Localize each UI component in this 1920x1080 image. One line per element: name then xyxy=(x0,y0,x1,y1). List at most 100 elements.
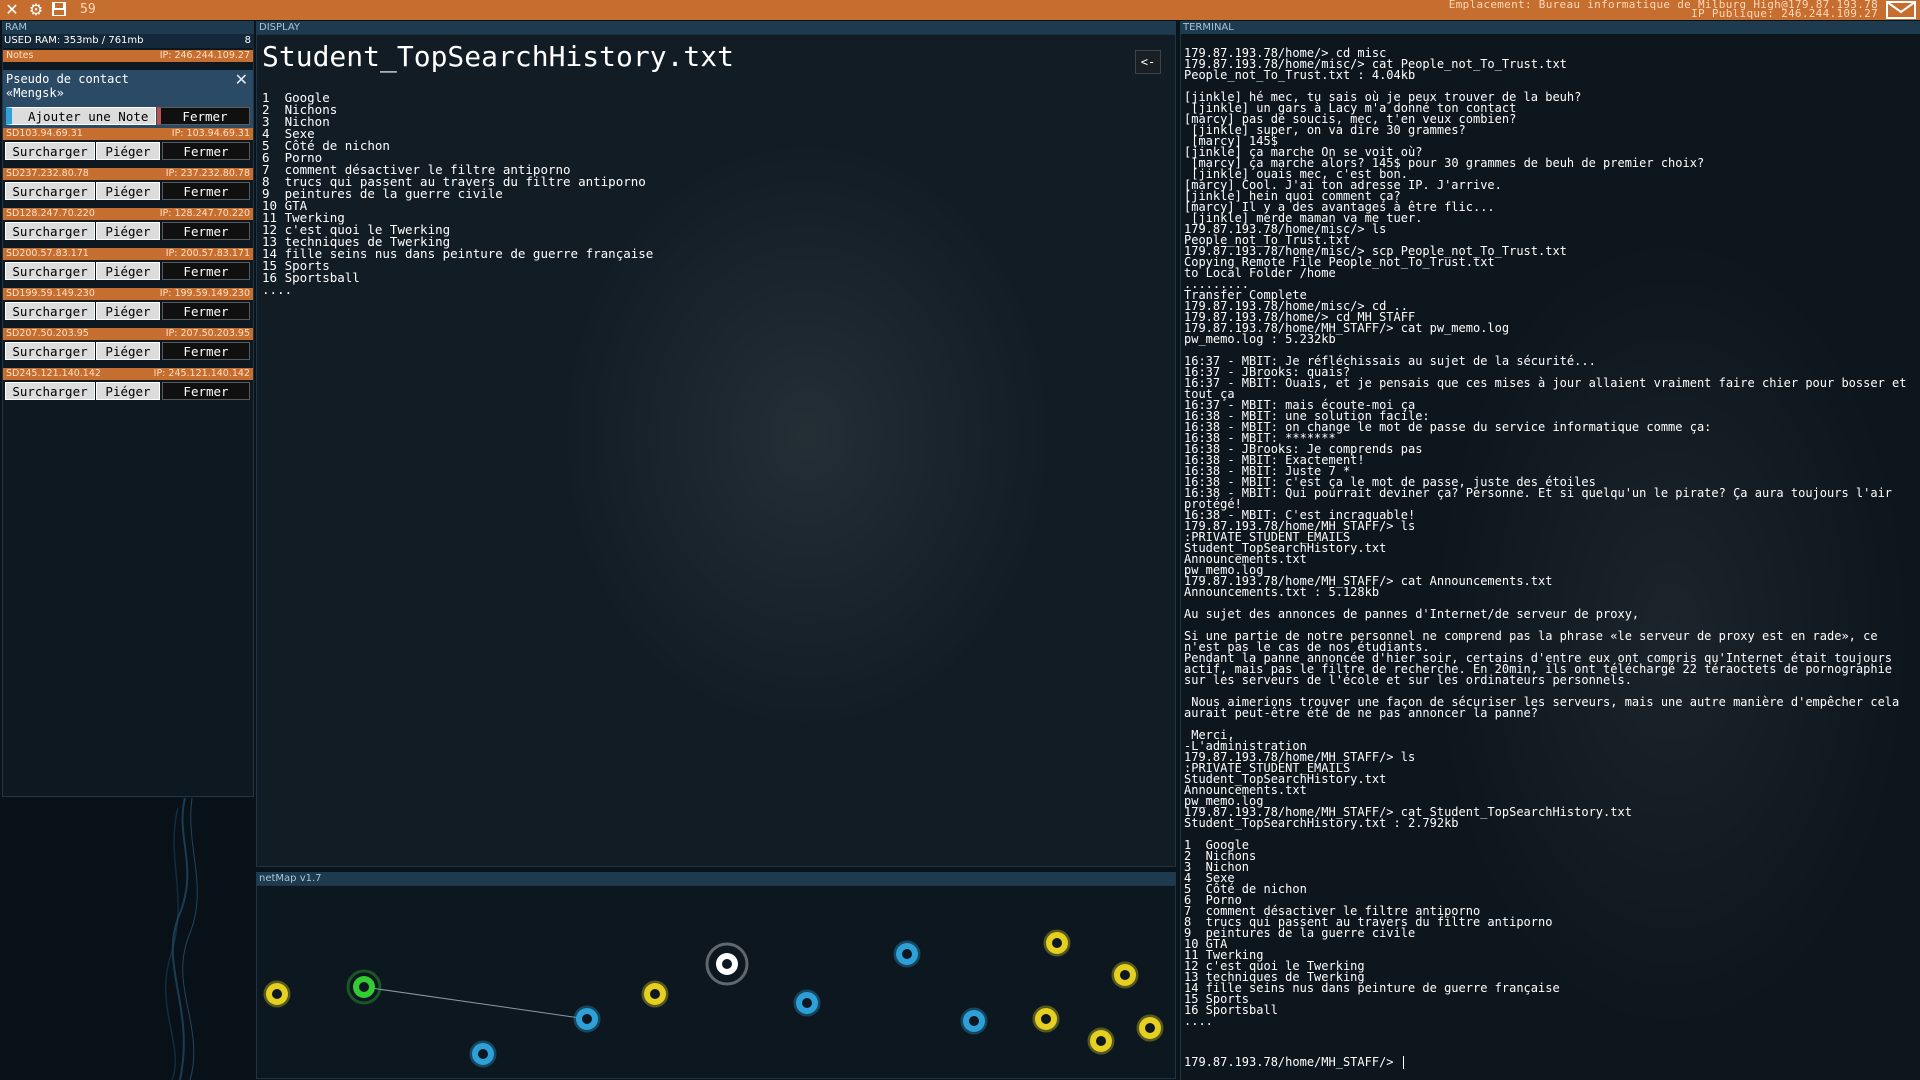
close-process-button[interactable]: Fermer xyxy=(162,182,250,200)
trap-button[interactable]: Piéger xyxy=(96,222,160,240)
terminal-line: 14 fille seins nus dans peinture de guer… xyxy=(1184,981,1560,995)
process-ip: IP: 237.232.80.78 xyxy=(165,168,250,179)
terminal-line: 10 GTA xyxy=(1184,937,1228,951)
location-info: Emplacement: Bureau informatique de Milb… xyxy=(1449,0,1878,19)
process-bar: SD207.50.203.95 IP: 207.50.203.95 xyxy=(3,328,253,340)
close-icon[interactable]: ✕ xyxy=(235,70,248,89)
terminal-header: TERMINAL xyxy=(1180,21,1920,34)
terminal-panel: 179.87.193.78/home/> cd misc 179.87.193.7… xyxy=(1180,34,1920,1080)
netmap-node-owned[interactable] xyxy=(346,969,382,1005)
save-icon[interactable] xyxy=(50,1,68,19)
add-note-button[interactable]: Ajouter une Note xyxy=(6,107,156,125)
notes-title: Pseudo de contact «Mengsk» xyxy=(6,72,129,100)
netmap-node-linked[interactable] xyxy=(573,1005,601,1033)
terminal-line: Si une partie de notre personnel ne comp… xyxy=(1184,629,1885,654)
top-bar: ✕ ⚙ 59 Emplacement: Bureau informatique … xyxy=(0,0,1920,20)
node-core xyxy=(900,947,914,961)
terminal-line: .... xyxy=(1184,1014,1213,1028)
terminal-line: 15 Sports xyxy=(1184,992,1250,1006)
trap-button[interactable]: Piéger xyxy=(96,262,160,280)
node-core xyxy=(580,1012,594,1026)
netmap-header: netMap v1.7 xyxy=(256,872,1176,885)
close-process-button[interactable]: Fermer xyxy=(162,142,250,160)
display-header: DISPLAY xyxy=(256,21,1176,34)
gear-icon[interactable]: ⚙ xyxy=(27,1,45,19)
netmap-node-home[interactable] xyxy=(469,1040,497,1068)
overload-button[interactable]: Surcharger xyxy=(5,222,95,240)
file-title: Student_TopSearchHistory.txt xyxy=(262,40,735,73)
terminal-line: 16:37 - MBIT: Ouais, et je pensais que c… xyxy=(1184,376,1914,401)
overload-button[interactable]: Surcharger xyxy=(5,382,95,400)
notes-process-bar: Notes IP: 246.244.109.27 xyxy=(3,50,253,62)
terminal-line: 2 Nichons xyxy=(1184,849,1257,863)
terminal-line: 5 Côté de nichon xyxy=(1184,882,1307,896)
node-core xyxy=(270,987,284,1001)
netmap-node-target[interactable] xyxy=(793,989,821,1017)
process-label: SD245.121.140.142 xyxy=(6,368,101,379)
trap-button[interactable]: Piéger xyxy=(96,342,160,360)
process-label: SD199.59.149.230 xyxy=(6,288,95,299)
close-icon[interactable]: ✕ xyxy=(3,1,21,19)
process-bar: SD199.59.149.230 IP: 199.59.149.230 xyxy=(3,288,253,300)
process-bar: SD237.232.80.78 IP: 237.232.80.78 xyxy=(3,168,253,180)
terminal-line: Pendant la panne annoncée d'hier soir, c… xyxy=(1184,651,1900,687)
terminal-line: 16 Sportsball xyxy=(1184,1003,1278,1017)
close-process-button[interactable]: Fermer xyxy=(162,342,250,360)
terminal-line: Au sujet des annonces de pannes d'Intern… xyxy=(1184,607,1640,621)
back-button[interactable]: <- xyxy=(1135,50,1161,74)
netmap-canvas xyxy=(263,929,1164,1068)
netmap-node-unowned[interactable] xyxy=(1111,961,1139,989)
terminal-line: 1 Google xyxy=(1184,838,1250,852)
terminal-prompt[interactable]: 179.87.193.78/home/MH_STAFF/> xyxy=(1184,1055,1404,1069)
node-core xyxy=(1094,1034,1108,1048)
netmap-node-unowned[interactable] xyxy=(1087,1027,1115,1055)
node-core xyxy=(1143,1021,1157,1035)
netmap-node-unowned[interactable] xyxy=(641,980,669,1008)
ram-usage: USED RAM: 353mb / 761mb 8 xyxy=(2,34,254,48)
process-ip: IP: 245.121.140.142 xyxy=(153,368,250,379)
terminal-line: to Local Folder /home xyxy=(1184,266,1336,280)
close-process-button[interactable]: Fermer xyxy=(162,222,250,240)
node-core xyxy=(648,987,662,1001)
terminal-line: Announcements.txt xyxy=(1184,783,1307,797)
overload-button[interactable]: Surcharger xyxy=(5,342,95,360)
netmap-node-target[interactable] xyxy=(893,940,921,968)
netmap-node-unowned[interactable] xyxy=(263,980,291,1008)
process-bar: SD128.247.70.220 IP: 128.247.70.220 xyxy=(3,208,253,220)
overload-button[interactable]: Surcharger xyxy=(5,262,95,280)
terminal-line: Announcements.txt : 5.128kb xyxy=(1184,585,1380,599)
netmap-node-unowned[interactable] xyxy=(1136,1014,1164,1042)
notes-close-button[interactable]: Fermer xyxy=(157,107,250,125)
netmap-node-current[interactable] xyxy=(705,942,749,986)
close-process-button[interactable]: Fermer xyxy=(162,302,250,320)
netmap-node-target[interactable] xyxy=(960,1007,988,1035)
close-process-button[interactable]: Fermer xyxy=(162,262,250,280)
node-core xyxy=(1118,968,1132,982)
netmap-node-unowned[interactable] xyxy=(1032,1005,1060,1033)
terminal-line: 16:38 - MBIT: Qui pourrait deviner ça? P… xyxy=(1184,486,1900,511)
process-ip: IP: 103.94.69.31 xyxy=(171,128,250,139)
trap-button[interactable]: Piéger xyxy=(96,302,160,320)
left-decoration xyxy=(0,798,256,1080)
mail-icon[interactable] xyxy=(1886,1,1916,19)
trap-button[interactable]: Piéger xyxy=(96,382,160,400)
overload-button[interactable]: Surcharger xyxy=(5,182,95,200)
close-process-button[interactable]: Fermer xyxy=(162,382,250,400)
process-ip: IP: 128.247.70.220 xyxy=(159,208,250,219)
trap-button[interactable]: Piéger xyxy=(96,182,160,200)
node-core xyxy=(357,980,371,994)
terminal-line: 9 peintures de la guerre civile xyxy=(1184,926,1416,940)
netmap-node-unowned[interactable] xyxy=(1043,929,1071,957)
notes-bar-label: Notes xyxy=(6,50,34,61)
terminal-line: Announcements.txt xyxy=(1184,552,1307,566)
trap-button[interactable]: Piéger xyxy=(96,142,160,160)
notes-window: Pseudo de contact «Mengsk» ✕ Ajouter une… xyxy=(3,70,253,130)
terminal-output: 179.87.193.78/home/> cd misc 179.87.193.7… xyxy=(1184,47,1919,1028)
process-label: SD237.232.80.78 xyxy=(6,168,89,179)
process-bar: SD245.121.140.142 IP: 245.121.140.142 xyxy=(3,368,253,380)
node-core xyxy=(476,1047,490,1061)
ram-process-count: 8 xyxy=(244,35,251,46)
overload-button[interactable]: Surcharger xyxy=(5,302,95,320)
overload-button[interactable]: Surcharger xyxy=(5,142,95,160)
